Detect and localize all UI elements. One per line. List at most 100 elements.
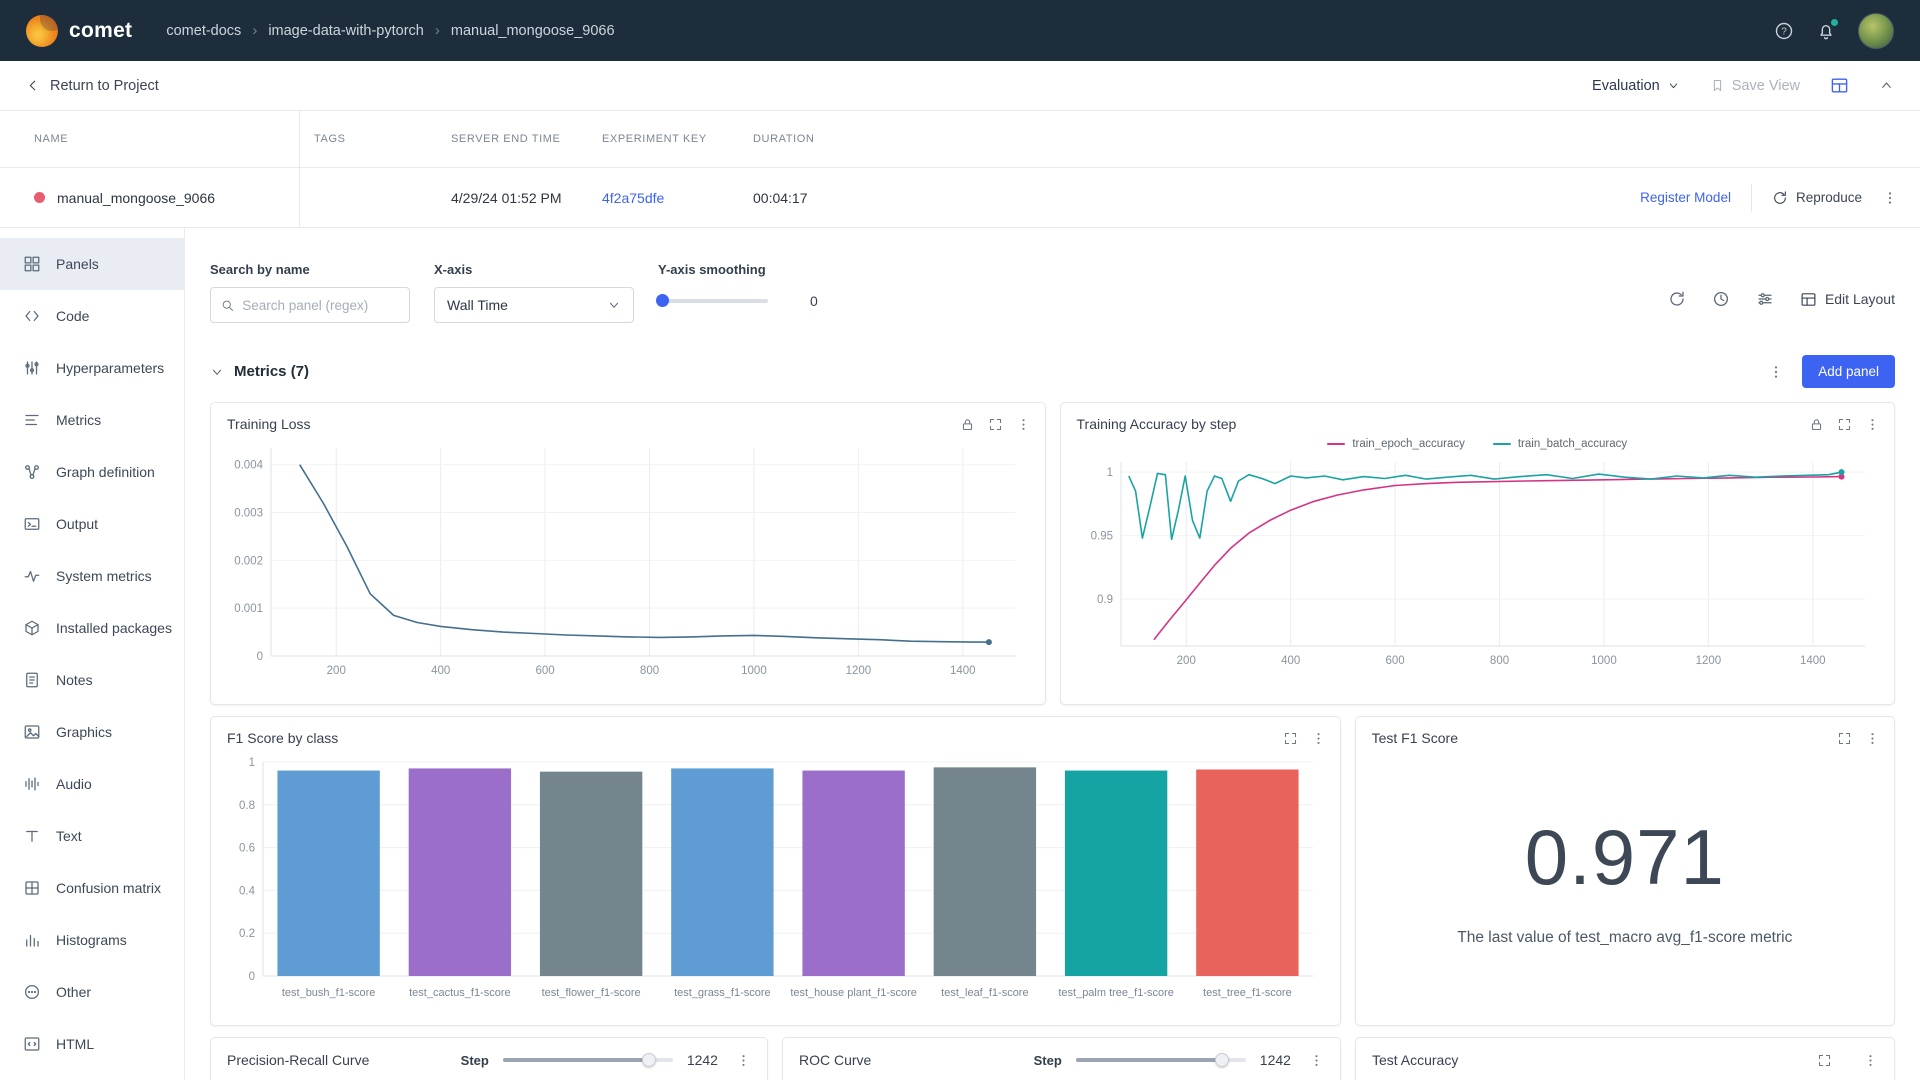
- sidebar-item-code[interactable]: Code: [0, 290, 184, 342]
- auto-refresh-icon[interactable]: [1712, 290, 1730, 308]
- step-value: 1242: [1260, 1052, 1291, 1068]
- step-slider-fill: [503, 1058, 649, 1062]
- user-avatar[interactable]: [1858, 13, 1894, 49]
- sidebar-item-graphics[interactable]: Graphics: [0, 706, 184, 758]
- training-loss-panel: Training Loss 20040060080010001200140000…: [210, 402, 1046, 705]
- column-tags[interactable]: TAGS: [300, 133, 451, 145]
- metrics-section-title[interactable]: Metrics (7): [234, 363, 309, 380]
- svg-text:800: 800: [1489, 655, 1508, 667]
- lock-icon[interactable]: [960, 417, 975, 432]
- panel-more-menu-icon[interactable]: [736, 1053, 751, 1068]
- sidebar-item-label: Graphics: [56, 724, 112, 740]
- svg-text:600: 600: [1385, 655, 1404, 667]
- expand-icon[interactable]: [1283, 731, 1298, 746]
- sidebar-item-histograms[interactable]: Histograms: [0, 914, 184, 966]
- column-experiment-key[interactable]: EXPERIMENT KEY: [602, 133, 753, 145]
- chart-settings-icon[interactable]: [1756, 290, 1774, 308]
- help-icon[interactable]: ?: [1774, 21, 1794, 41]
- sidebar: Panels Code Hyperparameters Metrics Grap…: [0, 228, 185, 1080]
- row-more-menu-icon[interactable]: [1882, 190, 1898, 206]
- collapse-header-icon[interactable]: [1879, 78, 1894, 93]
- edit-layout-button[interactable]: Edit Layout: [1800, 291, 1895, 308]
- sidebar-item-system-metrics[interactable]: System metrics: [0, 550, 184, 602]
- hyperparameters-icon: [23, 359, 41, 377]
- sidebar-item-metrics[interactable]: Metrics: [0, 394, 184, 446]
- comet-logo-icon: [26, 15, 58, 47]
- column-server-end-time[interactable]: SERVER END TIME: [451, 133, 602, 145]
- refresh-icon[interactable]: [1668, 290, 1686, 308]
- sidebar-item-notes[interactable]: Notes: [0, 654, 184, 706]
- column-name[interactable]: NAME: [0, 111, 300, 167]
- metrics-more-menu-icon[interactable]: [1768, 364, 1784, 380]
- evaluation-label: Evaluation: [1592, 78, 1660, 94]
- smoothing-slider[interactable]: [658, 299, 768, 303]
- edit-layout-icon: [1800, 291, 1817, 308]
- sidebar-item-confusion-matrix[interactable]: Confusion matrix: [0, 862, 184, 914]
- step-slider[interactable]: [1076, 1058, 1246, 1062]
- step-slider-knob[interactable]: [1215, 1053, 1229, 1067]
- expand-icon[interactable]: [988, 417, 1003, 432]
- table-layout-icon[interactable]: [1830, 76, 1849, 95]
- search-input[interactable]: [242, 298, 399, 313]
- svg-text:1: 1: [1106, 467, 1112, 479]
- sidebar-item-output[interactable]: Output: [0, 498, 184, 550]
- breadcrumb-separator: ›: [252, 22, 257, 39]
- step-label: Step: [461, 1053, 489, 1068]
- panel-search: [210, 287, 410, 323]
- comet-logo[interactable]: comet: [26, 15, 132, 47]
- sidebar-item-label: System metrics: [56, 568, 152, 584]
- expand-icon[interactable]: [1817, 1053, 1832, 1068]
- svg-text:0.004: 0.004: [234, 460, 263, 472]
- experiment-name[interactable]: manual_mongoose_9066: [57, 190, 215, 206]
- test-accuracy-panel: Test Accuracy: [1355, 1037, 1895, 1080]
- sidebar-item-text[interactable]: Text: [0, 810, 184, 862]
- column-duration[interactable]: DURATION: [753, 133, 913, 145]
- panel-more-menu-icon[interactable]: [1309, 1053, 1324, 1068]
- legend-label[interactable]: train_batch_accuracy: [1518, 438, 1627, 450]
- panel-more-menu-icon[interactable]: [1016, 417, 1031, 432]
- panel-title: Training Loss: [227, 416, 311, 432]
- smoothing-slider-knob[interactable]: [656, 294, 669, 307]
- step-slider-knob[interactable]: [642, 1053, 656, 1067]
- evaluation-dropdown[interactable]: Evaluation: [1592, 78, 1680, 94]
- reproduce-button[interactable]: Reproduce: [1772, 190, 1862, 206]
- lock-icon[interactable]: [1809, 417, 1824, 432]
- sidebar-item-graph-definition[interactable]: Graph definition: [0, 446, 184, 498]
- legend-label[interactable]: train_epoch_accuracy: [1352, 438, 1465, 450]
- add-panel-button[interactable]: Add panel: [1802, 355, 1895, 388]
- panel-more-menu-icon[interactable]: [1863, 1053, 1878, 1068]
- f1-score-bar-chart: 00.20.40.60.81test_bush_f1-scoretest_cac…: [221, 754, 1327, 1006]
- smoothing-value: 0: [810, 293, 818, 309]
- panel-more-menu-icon[interactable]: [1311, 731, 1326, 746]
- sidebar-item-other[interactable]: Other: [0, 966, 184, 1018]
- metrics-collapse-icon[interactable]: [210, 365, 224, 379]
- return-to-project-link[interactable]: Return to Project: [26, 78, 159, 94]
- breadcrumb-separator: ›: [435, 22, 440, 39]
- f1-score-by-class-panel: F1 Score by class 00.20.40.60.81test_bus…: [210, 716, 1341, 1026]
- panel-more-menu-icon[interactable]: [1865, 417, 1880, 432]
- step-value: 1242: [687, 1052, 718, 1068]
- reproduce-label: Reproduce: [1796, 190, 1862, 205]
- comet-logo-text: comet: [69, 19, 132, 43]
- save-view-button[interactable]: Save View: [1710, 78, 1800, 94]
- sidebar-item-installed-packages[interactable]: Installed packages: [0, 602, 184, 654]
- sidebar-item-hyperparameters[interactable]: Hyperparameters: [0, 342, 184, 394]
- svg-text:1200: 1200: [1695, 655, 1721, 667]
- sidebar-item-label: Notes: [56, 672, 93, 688]
- step-slider[interactable]: [503, 1058, 673, 1062]
- expand-icon[interactable]: [1837, 417, 1852, 432]
- sidebar-item-html[interactable]: HTML: [0, 1018, 184, 1070]
- breadcrumb-workspace[interactable]: comet-docs: [166, 23, 241, 39]
- sidebar-item-audio[interactable]: Audio: [0, 758, 184, 810]
- svg-text:0.8: 0.8: [239, 800, 255, 812]
- notifications-icon[interactable]: [1816, 21, 1836, 41]
- register-model-link[interactable]: Register Model: [1640, 190, 1731, 205]
- breadcrumb-project[interactable]: image-data-with-pytorch: [268, 23, 424, 39]
- sidebar-item-panels[interactable]: Panels: [0, 238, 184, 290]
- other-icon: [23, 983, 41, 1001]
- svg-text:test_palm tree_f1-score: test_palm tree_f1-score: [1058, 987, 1174, 999]
- experiment-key-link[interactable]: 4f2a75dfe: [602, 190, 664, 206]
- xaxis-select[interactable]: Wall Time: [434, 287, 634, 323]
- breadcrumb-experiment[interactable]: manual_mongoose_9066: [451, 23, 615, 39]
- sidebar-item-label: Other: [56, 984, 91, 1000]
